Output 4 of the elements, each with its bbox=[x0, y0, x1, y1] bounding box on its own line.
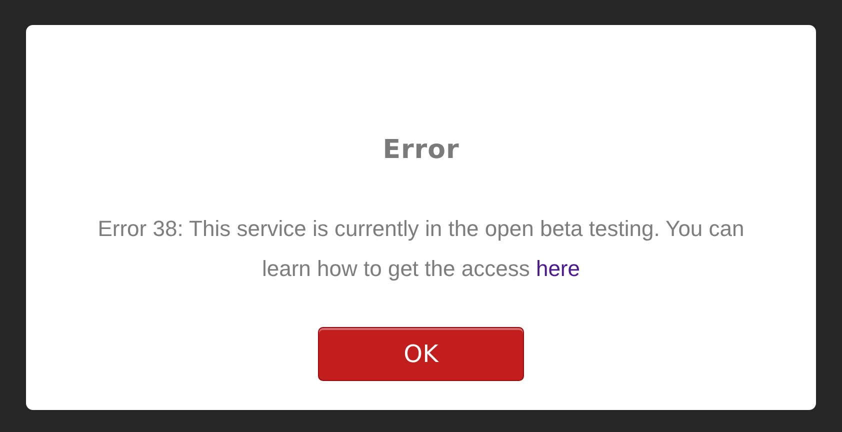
error-message: Error 38: This service is currently in the open beta testing. You can learn how to get the access here bbox=[96, 215, 746, 283]
here-link[interactable]: here bbox=[536, 256, 580, 281]
ok-button[interactable]: OK bbox=[318, 327, 524, 381]
dialog-title: Error bbox=[382, 135, 460, 165]
